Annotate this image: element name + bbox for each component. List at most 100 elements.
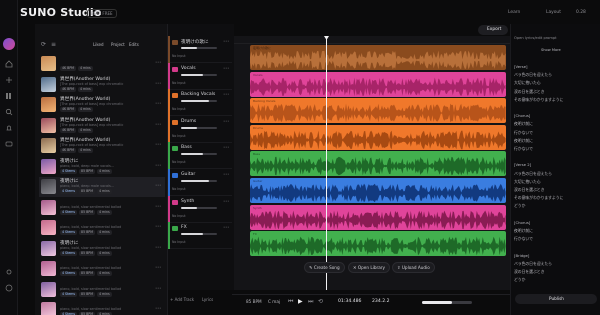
list-item[interactable]: piano, bold, slow sentimental ballad 4 St…	[39, 300, 165, 315]
track-input[interactable]: No Input	[172, 160, 186, 164]
list-item[interactable]: 夜明けに piano, bold, deep male vocals... 4 St…	[39, 177, 165, 197]
publish-button[interactable]: Publish	[515, 294, 597, 304]
more-icon[interactable]: ⋯	[155, 223, 161, 230]
lyrics-toggle[interactable]: Lyrics	[202, 297, 213, 302]
track-name[interactable]: Bass	[181, 145, 192, 150]
more-icon[interactable]: ⋯	[155, 305, 161, 312]
audio-clip[interactable]: Synth	[250, 204, 506, 230]
list-item[interactable]: piano, bold, slow sentimental ballad 4 St…	[39, 198, 165, 218]
more-icon[interactable]: ⋯	[155, 264, 161, 271]
create-icon[interactable]	[5, 76, 13, 84]
export-button[interactable]: Export	[478, 25, 508, 35]
track-header[interactable]: Vocals No Input ⋯	[168, 62, 232, 90]
list-item[interactable]: 異世界(Another World) [The pop-rock of bass]…	[39, 95, 165, 115]
tab-liked[interactable]: Liked	[93, 42, 104, 47]
track-name[interactable]: 夜明けの歌に	[181, 39, 209, 45]
more-icon[interactable]: ⋯	[155, 203, 161, 210]
list-item[interactable]: piano, bold, slow sentimental ballad 4 St…	[39, 280, 165, 300]
track-menu-icon[interactable]: ⋯	[223, 224, 229, 231]
audio-clip[interactable]: Guitar	[250, 178, 506, 203]
more-icon[interactable]: ⋯	[155, 244, 161, 251]
track-header[interactable]: Drums No Input ⋯	[168, 115, 232, 143]
more-icon[interactable]: ⋯	[155, 80, 161, 87]
list-item[interactable]: 異世界(Another World) [The pop-rock of bass]…	[39, 136, 165, 156]
learn-link[interactable]: Learn	[508, 10, 520, 15]
track-header[interactable]: FX No Input ⋯	[168, 222, 232, 250]
master-volume-slider[interactable]	[422, 301, 472, 304]
track-header[interactable]: Backing Vocals No Input ⋯	[168, 89, 232, 117]
track-header[interactable]: 夜明けの歌に No Input ⋯	[168, 36, 232, 63]
upload-audio-button[interactable]: ⇪ Upload Audio	[392, 262, 435, 273]
audio-clip[interactable]: 夜明けの歌に	[250, 45, 506, 70]
search-icon[interactable]	[5, 108, 13, 116]
play-icon[interactable]: ▶	[298, 298, 303, 305]
track-input[interactable]: No Input	[172, 240, 186, 244]
open-library-button[interactable]: ✕ Open Library	[348, 262, 391, 273]
track-header[interactable]: Bass No Input ⋯	[168, 142, 232, 170]
audio-clip[interactable]: Bass	[250, 151, 506, 177]
track-name[interactable]: Drums	[181, 119, 196, 124]
settings-icon[interactable]	[5, 268, 13, 276]
more-icon[interactable]: ⋯	[155, 121, 161, 128]
more-icon[interactable]: ⋯	[155, 182, 161, 189]
track-input[interactable]: No Input	[172, 214, 186, 218]
track-menu-icon[interactable]: ⋯	[223, 65, 229, 72]
playhead[interactable]	[326, 36, 327, 290]
add-track-button[interactable]: + Add Track	[170, 297, 194, 302]
filter-icon[interactable]: ≡	[51, 41, 56, 48]
list-item[interactable]: 異世界(Another World) [The pop-rock of bass]…	[39, 75, 165, 95]
create-song-button[interactable]: ✎ Create Song	[304, 262, 345, 273]
track-menu-icon[interactable]: ⋯	[223, 144, 229, 151]
list-item[interactable]: piano, bold, slow sentimental ballad 4 St…	[39, 259, 165, 279]
tab-edits[interactable]: Edits	[129, 42, 139, 47]
refresh-icon[interactable]: ⟳	[41, 41, 46, 48]
more-icon[interactable]: ⋯	[155, 285, 161, 292]
track-header[interactable]: Synth No Input ⋯	[168, 195, 232, 223]
more-icon[interactable]: ⋯	[155, 162, 161, 169]
track-name[interactable]: Vocals	[181, 66, 196, 71]
bpm-readout[interactable]: 85 BPM	[246, 299, 262, 304]
track-menu-icon[interactable]: ⋯	[223, 171, 229, 178]
list-item[interactable]: 4K BPM 4 mins ⋯	[39, 54, 165, 74]
more-icon[interactable]: ⋯	[155, 59, 161, 66]
track-name[interactable]: Guitar	[181, 172, 195, 177]
home-icon[interactable]	[5, 60, 13, 68]
track-menu-icon[interactable]: ⋯	[223, 198, 229, 205]
studio-icon[interactable]	[5, 140, 13, 148]
key-readout[interactable]: C maj	[268, 299, 280, 304]
bell-icon[interactable]	[5, 124, 13, 132]
track-header[interactable]: Guitar No Input ⋯	[168, 169, 232, 196]
list-item[interactable]: 夜明けに piano, bold, deep male vocals... 4 St…	[39, 157, 165, 177]
list-item[interactable]: piano, bold, slow sentimental ballad 4 St…	[39, 218, 165, 238]
layout-toggle[interactable]: Layout	[546, 10, 561, 15]
more-icon[interactable]: ⋯	[155, 100, 161, 107]
avatar[interactable]	[3, 38, 15, 50]
track-menu-icon[interactable]: ⋯	[223, 118, 229, 125]
list-item[interactable]: 夜明けに piano, bold, slow sentimental ballad…	[39, 239, 165, 259]
audio-clip[interactable]: Backing Vocals	[250, 98, 506, 124]
help-icon[interactable]	[5, 284, 13, 292]
track-menu-icon[interactable]: ⋯	[223, 91, 229, 98]
track-name[interactable]: Backing Vocals	[181, 92, 215, 97]
timeline-area[interactable]: 夜明けの歌に Vocals Backing Vocals Drums Bass Guita…	[234, 36, 510, 290]
track-input[interactable]: No Input	[172, 54, 186, 58]
track-input[interactable]: No Input	[172, 187, 186, 191]
track-menu-icon[interactable]: ⋯	[223, 38, 229, 45]
tab-project[interactable]: Project	[111, 42, 125, 47]
show-more-button[interactable]: Show More	[541, 48, 561, 52]
loop-icon[interactable]: ⟲	[318, 298, 323, 305]
track-input[interactable]: No Input	[172, 81, 186, 85]
list-item[interactable]: 異世界(Another World) [The pop-rock of bass]…	[39, 116, 165, 136]
track-input[interactable]: No Input	[172, 134, 186, 138]
more-icon[interactable]: ⋯	[155, 141, 161, 148]
audio-clip[interactable]: Vocals	[250, 71, 506, 97]
library-icon[interactable]	[5, 92, 13, 100]
track-volume-fill	[181, 47, 197, 49]
audio-clip[interactable]: FX	[250, 231, 506, 257]
track-input[interactable]: No Input	[172, 107, 186, 111]
skip-forward-icon[interactable]: ⏭	[308, 298, 313, 306]
audio-clip[interactable]: Drums	[250, 124, 506, 150]
track-name[interactable]: Synth	[181, 199, 194, 204]
skip-back-icon[interactable]: ⏮	[288, 298, 293, 306]
track-name[interactable]: FX	[181, 225, 187, 230]
